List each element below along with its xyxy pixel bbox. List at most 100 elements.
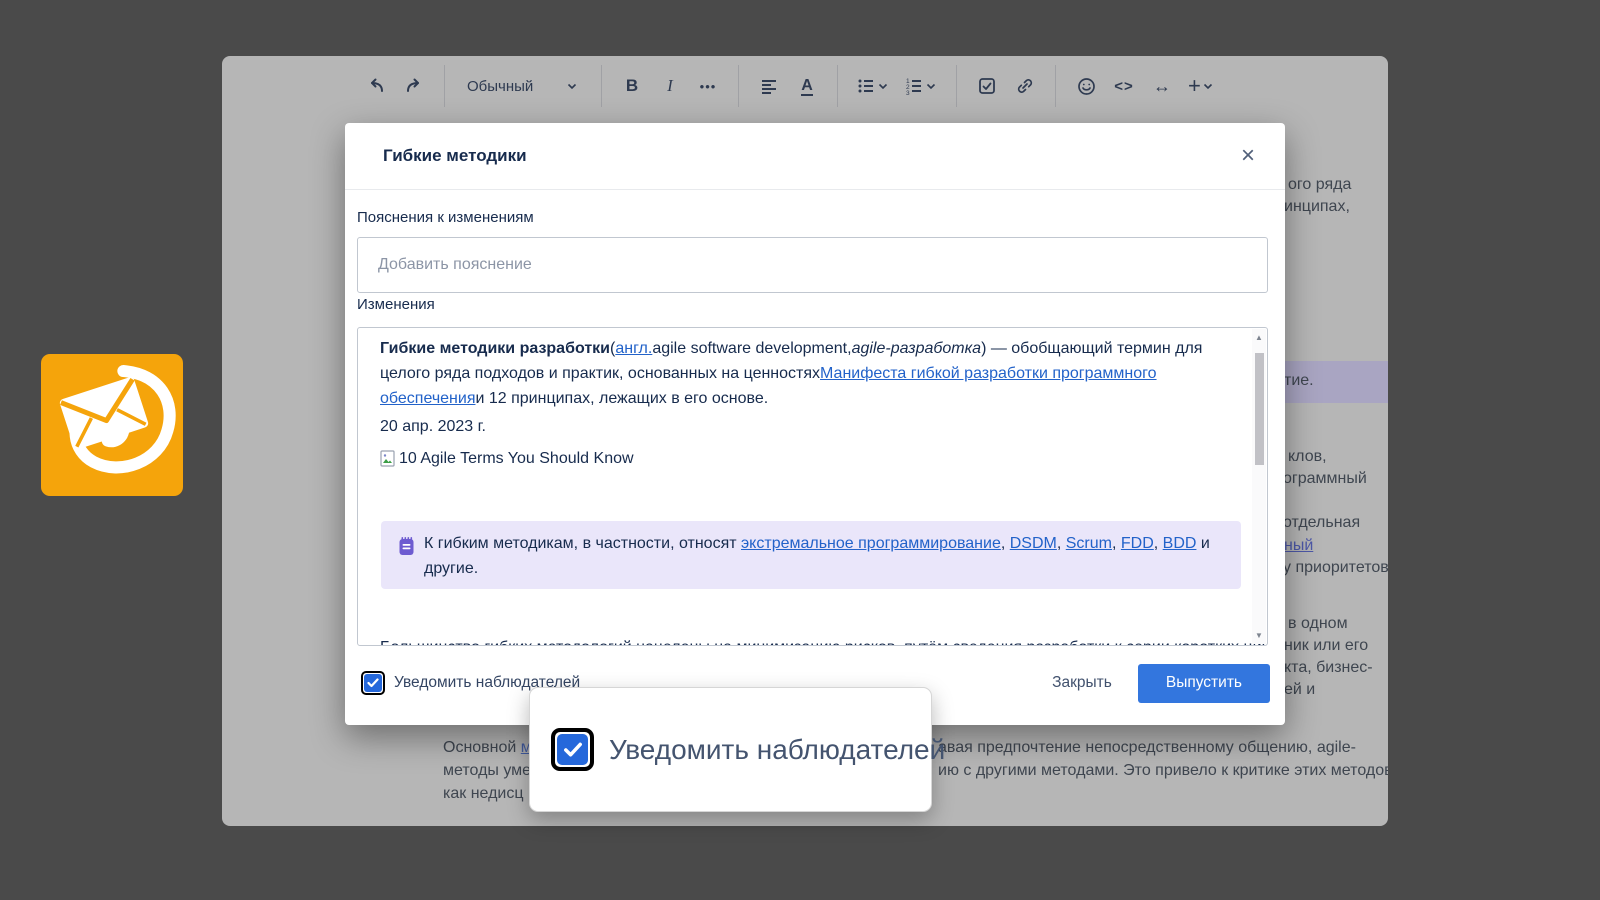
panel-link-scrum[interactable]: Scrum [1066,535,1112,552]
code-button[interactable]: <> [1108,69,1140,103]
text-color-button[interactable]: A [791,69,823,103]
undo-button[interactable] [360,69,392,103]
toolbar-divider [601,65,602,107]
doc-italic-text: agile-разработка [852,340,982,357]
checkbox-checked-icon [557,734,588,765]
dialog-title: Гибкие методики [383,146,527,166]
text-style-label: Обычный [467,78,533,95]
task-list-button[interactable] [971,69,1003,103]
panel-text: К гибким методикам, в частности, относят [424,535,741,552]
link-icon [1015,76,1035,96]
broken-image-line: 10 Agile Terms You Should Know [380,450,634,468]
note-panel: К гибким методикам, в частности, относят… [381,521,1241,589]
task-checkbox-icon [977,76,997,96]
bg-text-fragment: ого ряда [1288,176,1351,194]
chevron-down-icon [924,79,938,93]
broken-image-alt: 10 Agile Terms You Should Know [399,450,634,468]
bg-text-fragment: Основной [443,739,521,756]
bg-text-fragment: ограммный [1283,470,1367,488]
panel-separator: , [1154,535,1163,552]
align-icon [759,76,779,96]
notepad-icon [397,536,416,557]
dialog-header: Гибкие методики × [345,123,1285,190]
ordered-list-button[interactable]: 123 [900,69,942,103]
toolbar-divider [837,65,838,107]
close-icon[interactable]: × [1233,141,1263,171]
undo-icon [365,75,387,97]
magnifier-popup: Уведомить наблюдателей [529,687,932,812]
doc-text: agile software development, [652,340,851,357]
bg-text-fragment: отдельная [1283,514,1360,532]
chevron-down-icon [565,79,579,93]
text-style-dropdown[interactable]: Обычный [459,69,587,103]
changes-preview[interactable]: Гибкие методики разработки(англ.agile so… [357,327,1268,646]
envelope-swirl-icon [41,354,183,496]
panel-separator: , [1112,535,1121,552]
layout-width-button[interactable]: ↔ [1146,69,1178,103]
plus-icon: + [1188,73,1201,99]
chevron-down-icon [1201,79,1215,93]
bg-text-fragment: кта, бизнес- [1284,659,1373,677]
more-formatting-button[interactable]: ••• [692,69,724,103]
bg-text-fragment: ию с другими методами. Это привело к кри… [938,762,1388,780]
doc-link-lang[interactable]: англ. [615,340,652,357]
doc-date: 20 апр. 2023 г. [380,418,486,436]
panel-separator: , [1001,535,1010,552]
notify-checkbox[interactable] [361,671,385,695]
align-button[interactable] [753,69,785,103]
bg-paragraph-line: Основной м [443,739,532,757]
magnified-notify-checkbox[interactable] [551,728,594,771]
note-panel-text: К гибким методикам, в частности, относят… [424,531,1217,581]
changes-paragraph: Гибкие методики разработки(англ.agile so… [380,336,1223,411]
publish-dialog: Гибкие методики × Пояснения к изменениям… [345,123,1285,725]
italic-button[interactable]: I [654,69,686,103]
broken-image-icon [380,450,397,468]
screen: Обычный B I ••• A 123 [0,0,1600,900]
bg-text-fragment: ник или его [1284,637,1368,655]
emoji-button[interactable] [1070,69,1102,103]
doc-text: и 12 принципах, лежащих в его основе. [475,390,768,407]
bullet-list-icon [856,76,876,96]
publish-button[interactable]: Выпустить [1138,664,1270,703]
bg-text-fragment: ей и [1284,681,1315,699]
bullet-list-button[interactable] [852,69,894,103]
editor-toolbar: Обычный B I ••• A 123 [360,64,1219,108]
bg-text-fragment: у приоритетов [1283,559,1388,577]
changes-label: Изменения [357,296,435,313]
redo-button[interactable] [398,69,430,103]
panel-separator: , [1057,535,1066,552]
svg-text:3: 3 [906,90,910,96]
link-button[interactable] [1009,69,1041,103]
bg-text-fragment: авая предпочтение непосредственному обще… [938,739,1356,757]
toolbar-divider [1055,65,1056,107]
magnified-notify-label[interactable]: Уведомить наблюдателей [609,734,945,766]
chevron-down-icon [876,79,890,93]
toolbar-divider [738,65,739,107]
toolbar-divider [956,65,957,107]
mail-app-icon[interactable] [41,354,183,496]
bg-text-fragment: методы уме [443,762,531,780]
scrollbar-thumb[interactable] [1255,353,1264,465]
bg-text-fragment: клов, [1288,448,1327,466]
scroll-up-icon[interactable]: ▲ [1254,333,1264,342]
scroll-down-icon[interactable]: ▼ [1254,631,1264,640]
panel-link-bdd[interactable]: BDD [1163,535,1197,552]
text-color-icon: A [801,77,813,96]
emoji-icon [1076,76,1097,97]
bg-link-fragment: ный [1284,537,1313,555]
bold-button[interactable]: B [616,69,648,103]
panel-link-fdd[interactable]: FDD [1121,535,1154,552]
comment-label: Пояснения к изменениям [357,209,534,226]
toolbar-divider [444,65,445,107]
checkbox-checked-icon [364,674,382,692]
clipped-paragraph: Большинство гибких методологий нацелены … [380,639,1268,646]
panel-link-xp[interactable]: экстремальное программирование [741,535,1001,552]
ordered-list-icon: 123 [904,76,924,96]
changes-scrollbar[interactable]: ▲ ▼ [1252,329,1266,644]
doc-bold-text: Гибкие методики разработки [380,340,610,357]
bg-text-fragment: тие. [1284,372,1314,390]
close-button[interactable]: Закрыть [1034,666,1130,700]
comment-input[interactable] [357,237,1268,293]
insert-button[interactable]: + [1184,69,1219,103]
panel-link-dsdm[interactable]: DSDM [1010,535,1057,552]
